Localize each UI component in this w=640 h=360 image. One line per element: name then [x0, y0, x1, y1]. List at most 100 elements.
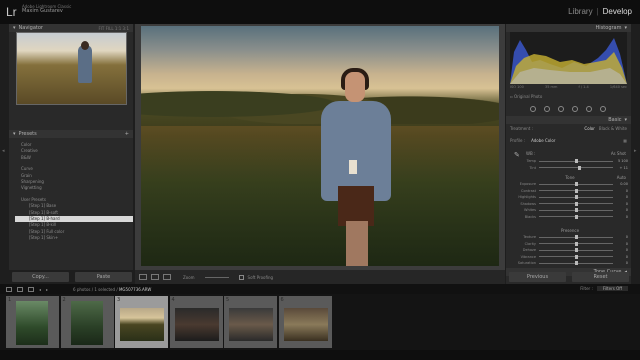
slider-knob[interactable]: [574, 208, 578, 213]
slider-knob[interactable]: [574, 254, 578, 259]
reset-button[interactable]: Reset: [572, 272, 629, 282]
treatment-bw-option[interactable]: Black & White: [599, 126, 627, 131]
slider-knob[interactable]: [574, 182, 578, 187]
slider-knob[interactable]: [574, 235, 578, 240]
navigator-zoom-options[interactable]: FIT FILL 1:1 3:1: [98, 26, 129, 31]
slider-value[interactable]: + 11: [616, 166, 629, 170]
compare-view-icon[interactable]: [163, 274, 171, 280]
slider-value[interactable]: 0: [616, 208, 628, 212]
preset-item[interactable]: [Step 1] Skin+: [15, 235, 133, 241]
slider-knob[interactable]: [574, 261, 578, 266]
adjustment-brush-icon[interactable]: [600, 106, 606, 112]
secondary-window-icon[interactable]: [17, 286, 23, 292]
slider-label: Whites: [523, 208, 536, 213]
slider-knob[interactable]: [574, 195, 578, 200]
slider-track[interactable]: [539, 254, 613, 259]
presets-header[interactable]: ▾ Presets +: [9, 130, 133, 138]
treatment-color-option[interactable]: Color: [584, 126, 594, 131]
slider-track[interactable]: [539, 165, 613, 170]
slider-track[interactable]: [539, 195, 613, 200]
slider-track[interactable]: [539, 214, 613, 219]
presets-title: Presets: [18, 131, 37, 137]
zoom-label: Zoom: [183, 274, 195, 280]
profile-dropdown[interactable]: Adobe Color: [531, 138, 555, 143]
slider-label: Shadows: [520, 201, 536, 206]
slider-value[interactable]: 5 100: [616, 159, 628, 163]
slider-value[interactable]: 0.00: [616, 182, 628, 186]
navigator-preview[interactable]: [16, 32, 127, 105]
histogram[interactable]: [510, 32, 627, 84]
slider-knob[interactable]: [574, 248, 578, 253]
filter-dropdown[interactable]: Filters Off: [596, 286, 628, 291]
red-eye-icon[interactable]: [558, 106, 564, 112]
thumbnail-index: 1: [8, 297, 12, 303]
crop-tool-icon[interactable]: [530, 106, 536, 112]
grid-view-icon[interactable]: [28, 286, 34, 292]
navigator-header[interactable]: ▾ Navigator FIT FILL 1:1 3:1: [9, 24, 133, 32]
bottom-bar: [0, 350, 640, 360]
slider-value[interactable]: 0: [616, 235, 628, 239]
slider-track[interactable]: [539, 201, 613, 206]
slider-knob[interactable]: [578, 165, 582, 170]
slider-value[interactable]: 0: [616, 255, 628, 259]
slider-knob[interactable]: [574, 201, 578, 206]
zoom-slider[interactable]: [204, 276, 229, 278]
filmstrip-thumbnail[interactable]: 5: [224, 296, 277, 348]
slider-track[interactable]: [539, 241, 613, 246]
module-develop[interactable]: Develop: [603, 7, 632, 16]
exif-iso: ISO 100: [510, 85, 524, 89]
before-after-icon[interactable]: [151, 274, 159, 280]
back-arrow-icon[interactable]: ◂: [39, 287, 41, 292]
filmstrip-thumbnail[interactable]: 3: [115, 296, 168, 348]
filmstrip-thumbnail[interactable]: 1: [6, 296, 59, 348]
filmstrip-thumbnail[interactable]: 4: [169, 296, 223, 348]
slider-value[interactable]: 0: [616, 261, 628, 265]
tone-auto-button[interactable]: Auto: [617, 174, 626, 181]
slider-knob[interactable]: [574, 159, 578, 164]
primary-window-icon[interactable]: [6, 286, 12, 292]
histogram-title: Histogram: [595, 25, 622, 31]
slider-value[interactable]: 0: [616, 242, 628, 246]
filmstrip-thumbnail[interactable]: 2: [60, 296, 114, 348]
module-library[interactable]: Library: [568, 7, 592, 16]
slider-label: Vibrance: [520, 254, 536, 259]
previous-button[interactable]: Previous: [509, 272, 566, 282]
wb-dropdown[interactable]: As Shot: [611, 151, 626, 156]
slider-track[interactable]: [539, 188, 613, 193]
slider-track[interactable]: [539, 208, 613, 213]
right-panel-toggle-icon[interactable]: ▸: [634, 148, 637, 154]
slider-value[interactable]: 0: [616, 202, 628, 206]
paste-button[interactable]: Paste: [75, 272, 132, 282]
slider-track[interactable]: [539, 182, 613, 187]
left-panel-toggle-icon[interactable]: ◂: [2, 148, 5, 154]
slider-knob[interactable]: [574, 188, 578, 193]
slider-value[interactable]: 0: [616, 215, 628, 219]
slider-track[interactable]: [539, 159, 613, 164]
thumbnail-image: [229, 308, 273, 341]
slider-value[interactable]: 0: [616, 195, 628, 199]
profile-browser-icon[interactable]: ▦: [623, 138, 627, 143]
loupe-view-icon[interactable]: [139, 274, 147, 280]
slider-track[interactable]: [539, 261, 613, 266]
copy-button[interactable]: Copy...: [12, 272, 69, 282]
basic-header[interactable]: Basic ▾: [506, 116, 631, 124]
filmstrip-thumbnail[interactable]: 6: [278, 296, 332, 348]
forward-arrow-icon[interactable]: ▸: [46, 287, 48, 292]
main-photo[interactable]: [141, 26, 499, 266]
slider-track[interactable]: [539, 235, 613, 240]
slider-knob[interactable]: [574, 214, 578, 219]
slider-knob[interactable]: [574, 241, 578, 246]
thumbnail-image: [283, 308, 328, 341]
original-photo-toggle[interactable]: ▫ Original Photo: [510, 94, 542, 99]
graduated-filter-icon[interactable]: [572, 106, 578, 112]
histogram-header[interactable]: Histogram ▾: [506, 24, 631, 32]
slider-track[interactable]: [539, 248, 613, 253]
spot-removal-icon[interactable]: [544, 106, 550, 112]
slider-value[interactable]: 0: [616, 248, 628, 252]
soft-proofing-checkbox[interactable]: [238, 274, 244, 280]
add-preset-icon[interactable]: +: [125, 131, 129, 137]
slider-label: Blacks: [524, 214, 536, 219]
radial-filter-icon[interactable]: [586, 106, 592, 112]
slider-label: Saturation: [517, 261, 536, 266]
slider-value[interactable]: 0: [616, 189, 628, 193]
